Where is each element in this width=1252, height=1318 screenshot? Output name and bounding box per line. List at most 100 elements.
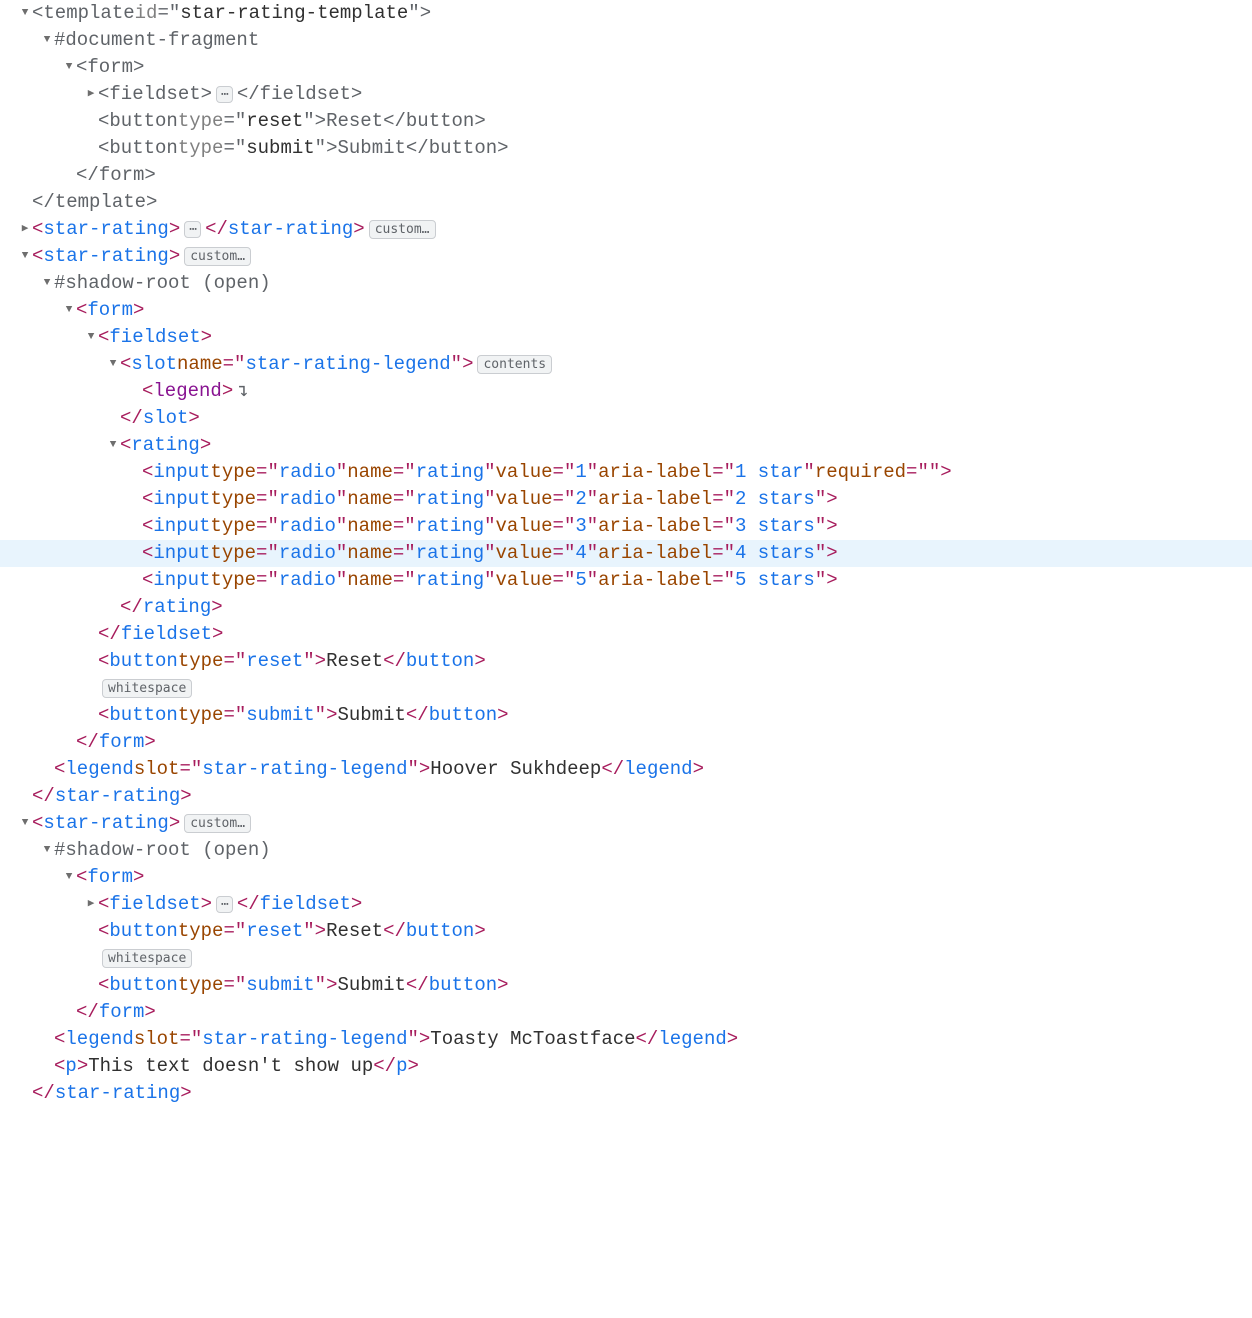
tag-name: star-rating [55,1080,180,1107]
whitespace-node[interactable]: ▼whitespace [0,675,1252,702]
angle-close: > [474,648,485,675]
disclosure-triangle-expanded[interactable]: ▼ [18,243,32,270]
doc-fragment[interactable]: ▼#document-fragment [0,27,1252,54]
form-open[interactable]: ▼<form> [0,864,1252,891]
disclosure-triangle-expanded[interactable]: ▼ [106,432,120,459]
star-rating-collapsed[interactable]: ▶<star-rating>⋯ </star-rating> custom… [0,216,1252,243]
disclosure-triangle-expanded[interactable]: ▼ [62,54,76,81]
angle-open: </ [636,1026,659,1053]
slot-close[interactable]: ▼</slot> [0,405,1252,432]
angle-open: < [32,216,43,243]
custom-badge[interactable]: custom… [369,220,436,239]
q: " [408,0,419,27]
button-submit[interactable]: ▼<button type="submit">Submit</button> [0,702,1252,729]
angle-close: > [201,891,212,918]
ellipsis-badge[interactable]: ⋯ [216,896,233,913]
disclosure-triangle-expanded[interactable]: ▼ [62,297,76,324]
input-radio-1[interactable]: ▼<input type="radio" name="rating" value… [0,459,1252,486]
fieldset-collapsed[interactable]: ▶<fieldset>⋯ </fieldset> [0,891,1252,918]
attr-value: 3 [575,513,586,540]
whitespace-node[interactable]: ▼whitespace [0,945,1252,972]
whitespace-badge[interactable]: whitespace [102,949,192,968]
tag-name: fieldset [109,891,200,918]
disclosure-triangle-expanded[interactable]: ▼ [40,837,54,864]
template-open[interactable]: ▼<template id="star-rating-template"> [0,0,1252,27]
form-close[interactable]: ▼</form> [0,999,1252,1026]
disclosure-spacer: ▼ [84,135,98,162]
whitespace-badge[interactable]: whitespace [102,679,192,698]
form-close[interactable]: ▼</form> [0,729,1252,756]
form-open[interactable]: ▼<form> [0,54,1252,81]
contents-badge[interactable]: contents [477,355,552,374]
disclosure-triangle-expanded[interactable]: ▼ [18,0,32,27]
disclosure-spacer: ▼ [40,1053,54,1080]
shadow-root: #shadow-root (open) [54,270,271,297]
angle-close: > [180,1080,191,1107]
tag-name: button [109,972,177,999]
disclosure-triangle-collapsed[interactable]: ▶ [84,81,98,108]
button-reset[interactable]: ▼<button type="reset">Reset</button> [0,648,1252,675]
angle-close: > [407,1053,418,1080]
form-open[interactable]: ▼<form> [0,297,1252,324]
fieldset-open[interactable]: ▼<fieldset> [0,324,1252,351]
star-rating-2-close[interactable]: ▼</star-rating> [0,783,1252,810]
fieldset-collapsed[interactable]: ▶<fieldset>⋯</fieldset> [0,81,1252,108]
shadow-root: #shadow-root (open) [54,837,271,864]
input-radio-3[interactable]: ▼<input type="radio" name="rating" value… [0,513,1252,540]
angle-close: > [351,891,362,918]
angle-open: < [76,864,87,891]
attr-value: 2 [575,486,586,513]
attr-name: type [210,486,256,513]
disclosure-triangle-collapsed[interactable]: ▶ [84,891,98,918]
slotted-legend[interactable]: ▼<legend> ↴ [0,378,1252,405]
angle-open: < [98,891,109,918]
fieldset-close[interactable]: ▼</fieldset> [0,621,1252,648]
custom-badge[interactable]: custom… [184,247,251,266]
angle-close: > [169,810,180,837]
shadow-root[interactable]: ▼#shadow-root (open) [0,270,1252,297]
disclosure-spacer: ▼ [128,486,142,513]
button-reset[interactable]: ▼<button type="reset">Reset</button> [0,108,1252,135]
button-submit[interactable]: ▼<button type="submit">Submit</button> [0,135,1252,162]
rating-close[interactable]: ▼</rating> [0,594,1252,621]
attr-value: submit [246,972,314,999]
disclosure-triangle-expanded[interactable]: ▼ [62,864,76,891]
disclosure-triangle-expanded[interactable]: ▼ [40,27,54,54]
input-radio-4[interactable]: ▼<input type="radio" name="rating" value… [0,540,1252,567]
attr-value: rating [416,459,484,486]
rating-open[interactable]: ▼<rating> [0,432,1252,459]
disclosure-triangle-collapsed[interactable]: ▶ [18,216,32,243]
star-rating-3-close[interactable]: ▼</star-rating> [0,1080,1252,1107]
tag-name: button [109,918,177,945]
ellipsis-badge[interactable]: ⋯ [216,86,233,103]
disclosure-spacer: ▼ [62,729,76,756]
disclosure-triangle-expanded[interactable]: ▼ [40,270,54,297]
disclosure-triangle-expanded[interactable]: ▼ [18,810,32,837]
tag-name: input [153,513,210,540]
attr-name: name [177,351,223,378]
star-rating-3-open[interactable]: ▼<star-rating> custom… [0,810,1252,837]
input-radio-5[interactable]: ▼<input type="radio" name="rating" value… [0,567,1252,594]
tag-name: fieldset [121,621,212,648]
disclosure-spacer: ▼ [84,621,98,648]
light-dom-legend[interactable]: ▼<legend slot="star-rating-legend">Hoove… [0,756,1252,783]
attr-value: star-rating-template [180,0,408,27]
custom-badge[interactable]: custom… [184,814,251,833]
angle: > [420,0,431,27]
template-close[interactable]: ▼</template> [0,189,1252,216]
input-radio-2[interactable]: ▼<input type="radio" name="rating" value… [0,486,1252,513]
ellipsis-badge[interactable]: ⋯ [184,221,201,238]
button-submit[interactable]: ▼<button type="submit">Submit</button> [0,972,1252,999]
paragraph[interactable]: ▼<p>This text doesn't show up</p> [0,1053,1252,1080]
shadow-root[interactable]: ▼#shadow-root (open) [0,837,1252,864]
slot-open[interactable]: ▼<slot name="star-rating-legend"> conten… [0,351,1252,378]
button-reset[interactable]: ▼<button type="reset">Reset</button> [0,918,1252,945]
light-dom-legend[interactable]: ▼<legend slot="star-rating-legend">Toast… [0,1026,1252,1053]
tag-name: fieldset [109,81,200,108]
form-close[interactable]: ▼</form> [0,162,1252,189]
disclosure-triangle-expanded[interactable]: ▼ [84,324,98,351]
disclosure-triangle-expanded[interactable]: ▼ [106,351,120,378]
star-rating-2-open[interactable]: ▼<star-rating> custom… [0,243,1252,270]
attr-name: name [347,459,393,486]
attr-name: name [347,540,393,567]
